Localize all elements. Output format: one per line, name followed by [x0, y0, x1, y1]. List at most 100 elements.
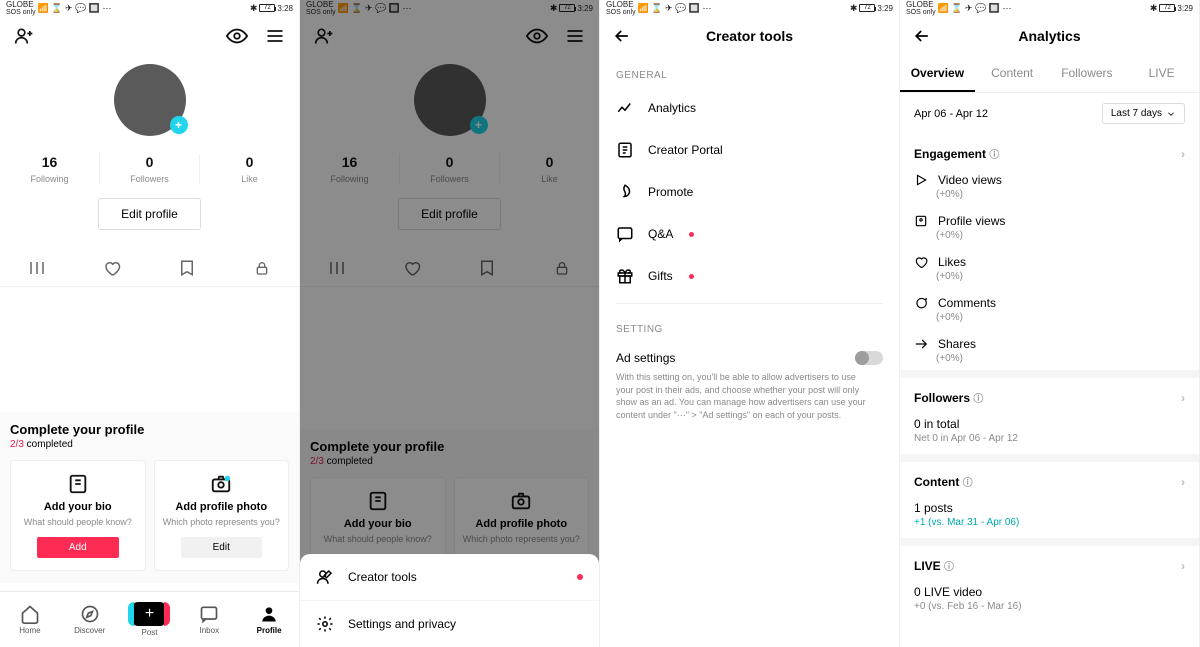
stats-row: 16Following 0Followers 0Like: [0, 154, 299, 184]
back-icon[interactable]: [612, 26, 632, 46]
photo-card: Add profile photo Which photo represents…: [154, 460, 290, 571]
profile-topbar: [0, 16, 299, 56]
range-picker-button[interactable]: Last 7 days: [1102, 103, 1185, 124]
followers-header[interactable]: Followers ⓘ›: [900, 378, 1199, 409]
likes-stat[interactable]: 0Like: [199, 154, 299, 184]
battery-icon: 72: [259, 4, 275, 12]
content-sub: +1 (vs. Mar 31 - Apr 06): [900, 515, 1199, 528]
sos-label: SOS only: [6, 9, 36, 16]
complete-progress: 2/3 completed: [10, 439, 289, 450]
portal-icon: [616, 141, 634, 159]
chevron-right-icon: ›: [1181, 147, 1185, 161]
nav-profile[interactable]: Profile: [239, 592, 299, 647]
gifts-row[interactable]: Gifts: [600, 255, 899, 297]
heart-icon: [914, 255, 928, 269]
play-icon: [914, 173, 928, 187]
video-views-row[interactable]: Video views: [900, 165, 1199, 187]
ad-settings-toggle[interactable]: [855, 351, 883, 365]
nav-inbox[interactable]: Inbox: [179, 592, 239, 647]
photo-card-sub: Which photo represents you?: [163, 517, 280, 527]
tab-overview[interactable]: Overview: [900, 56, 975, 92]
followers-stat[interactable]: 0Followers: [99, 154, 199, 184]
bluetooth-icon: ✱: [250, 3, 258, 14]
qa-row[interactable]: Q&A: [600, 213, 899, 255]
bio-card-title: Add your bio: [44, 501, 112, 513]
analytics-screen: GLOBESOS only📶 ⌛ ✈ 💬 🔲 ⋯ ✱723:29 Analyti…: [900, 0, 1200, 647]
content-header[interactable]: Content ⓘ›: [900, 462, 1199, 493]
creator-tools-row[interactable]: Creator tools: [300, 554, 599, 600]
promote-icon: [616, 183, 634, 201]
menu-icon[interactable]: [563, 24, 587, 48]
followers-sub: Net 0 in Apr 06 - Apr 12: [900, 431, 1199, 444]
back-icon[interactable]: [912, 26, 932, 46]
creator-portal-row[interactable]: Creator Portal: [600, 129, 899, 171]
photo-card-title: Add profile photo: [175, 501, 267, 513]
notification-dot-icon: [577, 574, 583, 580]
chevron-right-icon: ›: [1181, 559, 1185, 573]
profile-screen: GLOBE SOS only 📶 ⌛ ✈ 💬 🔲 ⋯ ✱ 72 3:28 + 1…: [0, 0, 300, 647]
chevron-right-icon: ›: [1181, 475, 1185, 489]
avatar-add-badge[interactable]: +: [170, 116, 188, 134]
general-section-label: GENERAL: [600, 56, 899, 87]
info-icon: ⓘ: [944, 562, 954, 573]
bio-icon: [67, 473, 89, 495]
notification-dot-icon: [689, 274, 694, 279]
settings-privacy-row[interactable]: Settings and privacy: [300, 600, 599, 647]
chevron-right-icon: ›: [1181, 391, 1185, 405]
setting-section-label: SETTING: [600, 310, 899, 341]
clock: 3:28: [277, 4, 293, 13]
eye-icon[interactable]: [225, 24, 249, 48]
carrier-label: GLOBE: [6, 0, 36, 9]
page-title: Creator tools: [612, 28, 887, 44]
bio-card: Add your bio What should people know? Ad…: [10, 460, 146, 571]
tab-saved-icon[interactable]: [150, 250, 225, 286]
tab-content[interactable]: Content: [975, 56, 1050, 92]
tab-grid-icon[interactable]: [0, 250, 75, 286]
gift-icon: [616, 267, 634, 285]
creator-tools-screen: GLOBESOS only📶 ⌛ ✈ 💬 🔲 ⋯ ✱723:29 Creator…: [600, 0, 900, 647]
analytics-row[interactable]: Analytics: [600, 87, 899, 129]
comments-row[interactable]: Comments: [900, 288, 1199, 310]
chevron-down-icon: [1166, 109, 1176, 119]
profile-views-row[interactable]: Profile views: [900, 206, 1199, 228]
live-header[interactable]: LIVE ⓘ›: [900, 546, 1199, 577]
add-bio-button[interactable]: Add: [37, 537, 119, 558]
edit-profile-button[interactable]: Edit profile: [98, 198, 201, 230]
live-sub: +0 (vs. Feb 16 - Mar 16): [900, 599, 1199, 612]
profile-menu-screen: GLOBESOS only📶 ⌛ ✈ 💬 🔲 ⋯ ✱723:29 + 16Fol…: [300, 0, 600, 647]
complete-title: Complete your profile: [10, 422, 289, 437]
live-value: 0 LIVE video: [900, 577, 1199, 599]
creator-tools-icon: [316, 568, 334, 586]
qa-icon: [616, 225, 634, 243]
info-icon: ⓘ: [963, 478, 973, 489]
engagement-header[interactable]: Engagement ⓘ›: [900, 134, 1199, 165]
nav-post[interactable]: +Post: [120, 592, 180, 647]
camera-icon: [210, 473, 232, 495]
nav-home[interactable]: Home: [0, 592, 60, 647]
tab-live[interactable]: LIVE: [1124, 56, 1199, 92]
share-icon: [914, 337, 928, 351]
status-bar: GLOBESOS only📶 ⌛ ✈ 💬 🔲 ⋯ ✱723:29: [600, 0, 899, 16]
tab-followers[interactable]: Followers: [1050, 56, 1125, 92]
nav-discover[interactable]: Discover: [60, 592, 120, 647]
comment-icon: [914, 296, 928, 310]
likes-row[interactable]: Likes: [900, 247, 1199, 269]
promote-row[interactable]: Promote: [600, 171, 899, 213]
ad-settings-desc: With this setting on, you'll be able to …: [600, 369, 899, 421]
avatar: +: [414, 64, 486, 136]
tab-liked-icon[interactable]: [75, 250, 150, 286]
content-value: 1 posts: [900, 493, 1199, 515]
add-user-icon[interactable]: [312, 24, 336, 48]
edit-photo-button[interactable]: Edit: [181, 537, 262, 558]
analytics-tabs: Overview Content Followers LIVE: [900, 56, 1199, 93]
status-bar: GLOBESOS only📶 ⌛ ✈ 💬 🔲 ⋯ ✱723:29: [300, 0, 599, 16]
info-icon: ⓘ: [973, 394, 983, 405]
date-range: Apr 06 - Apr 12: [914, 108, 988, 120]
menu-icon[interactable]: [263, 24, 287, 48]
avatar[interactable]: +: [114, 64, 186, 136]
following-stat[interactable]: 16Following: [0, 154, 99, 184]
tab-private-icon[interactable]: [224, 250, 299, 286]
shares-row[interactable]: Shares: [900, 329, 1199, 351]
add-user-icon[interactable]: [12, 24, 36, 48]
eye-icon[interactable]: [525, 24, 549, 48]
